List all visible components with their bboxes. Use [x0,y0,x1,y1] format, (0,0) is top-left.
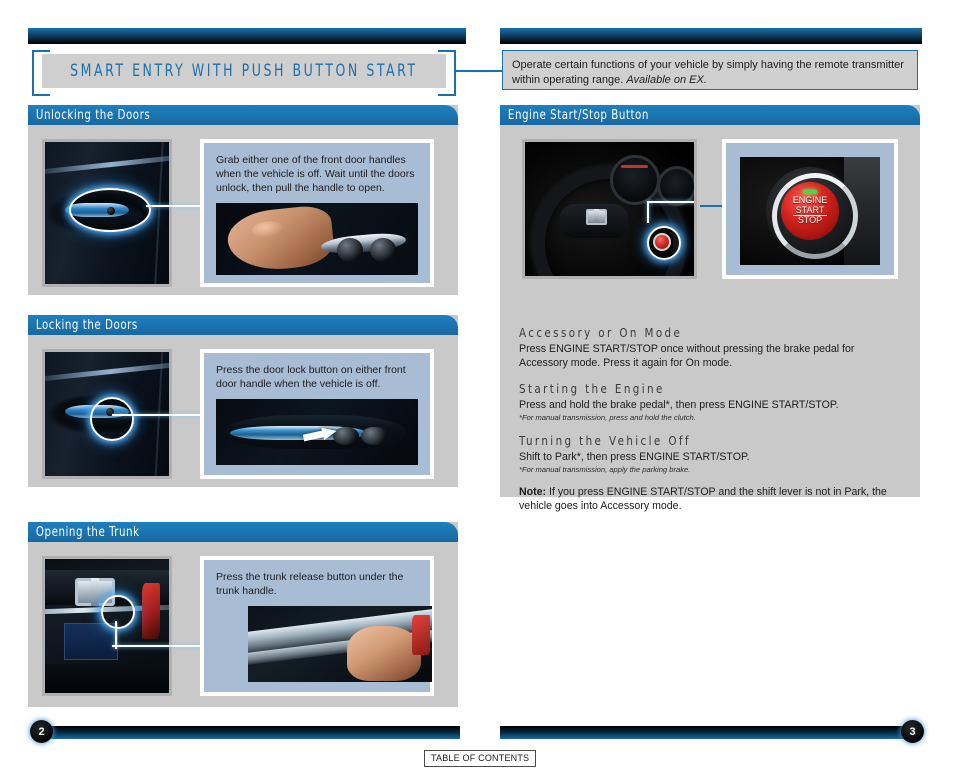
photo-steering-wheel [522,139,697,279]
hand-knuckle-highlight [251,219,285,239]
intro-callout-availability: Available on EX. [626,73,707,86]
engine-instructions: Accessory or On Mode Press ENGINE START/… [519,325,904,513]
top-accent-bar-right [500,28,922,44]
section-engine-start-stop-button: Engine Start/Stop Button ENGINE START ST… [500,105,920,512]
taillight-edge [411,615,431,655]
section-body-trunk: Press the trunk release button under the… [28,542,458,696]
page-title-block: SMART ENTRY WITH PUSH BUTTON START [32,50,456,96]
page-title: SMART ENTRY WITH PUSH BUTTON START [70,61,418,81]
instruction-panel-engine-button: ENGINE START STOP [722,139,898,279]
section-header-label: Engine Start/Stop Button [507,107,649,123]
hand-pressing-button [347,625,421,681]
instruction-text-trunk: Press the trunk release button under the… [216,571,404,598]
section-body-unlocking: Grab either one of the front door handle… [28,125,458,287]
start-button-label-line3: STOP [797,215,823,226]
instruction-panel-locking: Press the door lock button on either fro… [200,349,434,479]
section-header-label: Locking the Doors [35,317,138,333]
instruction-panel-trunk: Press the trunk release button under the… [200,556,434,696]
intro-callout-line1: Operate certain functions of your vehicl… [512,59,904,71]
instruction-text-unlocking: Grab either one of the front door handle… [216,154,415,195]
photo-trunk-release-button [248,606,432,683]
section-body-engine: ENGINE START STOP Accessory or On Mode P… [500,125,920,512]
note-text: If you press ENGINE START/STOP and the s… [519,486,887,513]
section-unlocking-the-doors: Unlocking the Doors Grab either one of t… [28,105,458,295]
callout-highlight-ring [101,595,135,629]
door-panel-seam [154,142,165,284]
footer-accent-bar-right [500,726,904,739]
engine-start-stop-button[interactable]: ENGINE START STOP [781,182,839,240]
heading-starting-the-engine: Starting the Engine [519,381,665,397]
photo-door-handle-exterior [42,139,172,287]
body-accessory-or-on-mode: Press ENGINE START/STOP once without pre… [519,343,855,370]
top-accent-bar-left [28,28,466,44]
callout-highlight-ring [90,397,134,441]
photo-trunk-exterior [42,556,172,696]
callout-leader-vertical [646,200,649,223]
section-locking-the-doors: Locking the Doors Press the door lock bu… [28,315,458,487]
intro-callout-line2-prefix: within operating range. [512,73,624,86]
handle-sensor-hole-a [337,237,364,263]
body-turning-the-vehicle-off: Shift to Park*, then press ENGINE START/… [519,451,750,464]
callout-highlight-ring [69,188,151,232]
heading-accessory-or-on-mode: Accessory or On Mode [519,325,683,340]
section-header-engine: Engine Start/Stop Button [500,105,920,125]
page-number-left: 2 [30,720,53,743]
section-header-locking: Locking the Doors [28,315,458,335]
rear-bumper [45,663,169,693]
manual-page: SMART ENTRY WITH PUSH BUTTON START Opera… [0,0,954,773]
door-body-trim [45,154,169,175]
callout-leader-line [146,205,206,207]
status-led-indicator [803,190,817,194]
page-title-plate: SMART ENTRY WITH PUSH BUTTON START [42,54,446,88]
section-header-label: Opening the Trunk [35,524,140,540]
footer-accent-bar-left [40,726,460,739]
taillight [141,583,161,640]
instrument-gauge-left [609,155,660,206]
instruction-panel-unlocking: Grab either one of the front door handle… [200,139,434,287]
callout-leader-line [112,414,206,416]
door-body-trim [45,361,169,382]
section-header-unlocking: Unlocking the Doors [28,105,458,125]
callout-leader-line [646,200,694,203]
callout-leader-line-blue [700,205,724,207]
table-of-contents-button[interactable]: TABLE OF CONTENTS [424,750,537,767]
section-header-trunk: Opening the Trunk [28,522,458,542]
handle-sensor-hole-b [369,237,396,263]
footnote-turning-the-vehicle-off: *For manual transmission, apply the park… [519,465,691,475]
body-starting-the-engine: Press and hold the brake pedal*, then pr… [519,399,839,412]
footnote-starting-the-engine: *For manual transmission, press and hold… [519,413,696,423]
section-body-locking: Press the door lock button on either fro… [28,335,458,479]
instruction-text-locking: Press the door lock button on either fro… [216,364,406,391]
section-header-label: Unlocking the Doors [35,107,151,123]
note-label: Note: [519,486,547,499]
photo-lock-button-closeup [216,399,418,466]
license-plate [63,623,118,661]
photo-hand-pulling-handle [216,203,418,276]
intro-callout: Operate certain functions of your vehicl… [502,50,918,90]
title-callout-connector-line [456,70,502,72]
gauge-redline [621,165,648,169]
start-button-label: ENGINE START STOP [792,195,828,226]
heading-turning-the-vehicle-off: Turning the Vehicle Off [519,433,691,449]
start-button-label-line1: ENGINE [792,195,828,206]
photo-engine-start-stop-closeup: ENGINE START STOP [740,157,880,265]
callout-leader-line [112,645,206,647]
note-block: Note: If you press ENGINE START/STOP and… [519,485,904,513]
honda-emblem-icon [585,209,607,225]
callout-highlight-ring [646,226,681,261]
intro-callout-text: Operate certain functions of your vehicl… [512,58,908,87]
section-opening-the-trunk: Opening the Trunk Press the trunk releas… [28,522,458,707]
hand-illustration [225,203,337,275]
lock-button-hole-b [361,426,388,446]
page-number-right: 3 [901,720,924,743]
